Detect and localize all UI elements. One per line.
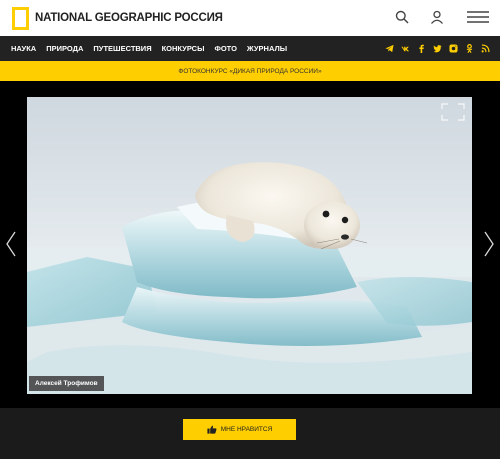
search-icon[interactable] (392, 7, 412, 27)
rss-icon[interactable] (481, 44, 490, 53)
chevron-left-icon[interactable] (4, 229, 18, 259)
like-button-label: МНЕ НРАВИТСЯ (220, 426, 273, 433)
photo-actions: МНЕ НРАВИТСЯ (0, 408, 500, 459)
photo-credit-text: Алексей Трофимов (35, 380, 98, 387)
seal-pup-on-ice-image (27, 97, 472, 394)
instagram-icon[interactable] (449, 44, 458, 53)
photo-credit: Алексей Трофимов (29, 376, 104, 391)
vk-icon[interactable] (401, 44, 410, 53)
thumbs-up-icon (207, 421, 217, 439)
twitter-icon[interactable] (433, 44, 442, 53)
photo-gallery: Алексей Трофимов (0, 81, 500, 408)
nav-item-magazines[interactable]: ЖУРНАЛЫ (247, 44, 287, 53)
fullscreen-icon[interactable] (441, 103, 465, 123)
gallery-photo[interactable] (27, 97, 472, 394)
contest-banner[interactable]: ФОТОКОНКУРС «ДИКАЯ ПРИРОДА РОССИИ» (0, 61, 500, 81)
logo-yellow-frame (12, 6, 29, 30)
nav-item-nature[interactable]: ПРИРОДА (46, 44, 83, 53)
odnoklassniki-icon[interactable] (465, 44, 474, 53)
chevron-right-icon[interactable] (482, 229, 496, 259)
site-logo[interactable]: NATIONAL GEOGRAPHIC РОССИЯ (12, 6, 223, 30)
social-links (378, 36, 490, 61)
user-icon[interactable] (427, 7, 447, 27)
nav-item-contests[interactable]: КОНКУРСЫ (162, 44, 205, 53)
facebook-icon[interactable] (417, 44, 426, 53)
like-button[interactable]: МНЕ НРАВИТСЯ (183, 419, 296, 440)
contest-banner-text: ФОТОКОНКУРС «ДИКАЯ ПРИРОДА РОССИИ» (178, 67, 322, 75)
nav-item-photo[interactable]: ФОТО (214, 44, 236, 53)
nav-item-travel[interactable]: ПУТЕШЕСТВИЯ (93, 44, 151, 53)
main-nav: НАУКА ПРИРОДА ПУТЕШЕСТВИЯ КОНКУРСЫ ФОТО … (0, 36, 500, 61)
logo-text: NATIONAL GEOGRAPHIC РОССИЯ (35, 12, 223, 24)
telegram-icon[interactable] (385, 44, 394, 53)
nav-menu: НАУКА ПРИРОДА ПУТЕШЕСТВИЯ КОНКУРСЫ ФОТО … (11, 36, 297, 61)
menu-icon[interactable] (466, 7, 490, 27)
site-header: NATIONAL GEOGRAPHIC РОССИЯ (0, 0, 500, 36)
nav-item-science[interactable]: НАУКА (11, 44, 36, 53)
